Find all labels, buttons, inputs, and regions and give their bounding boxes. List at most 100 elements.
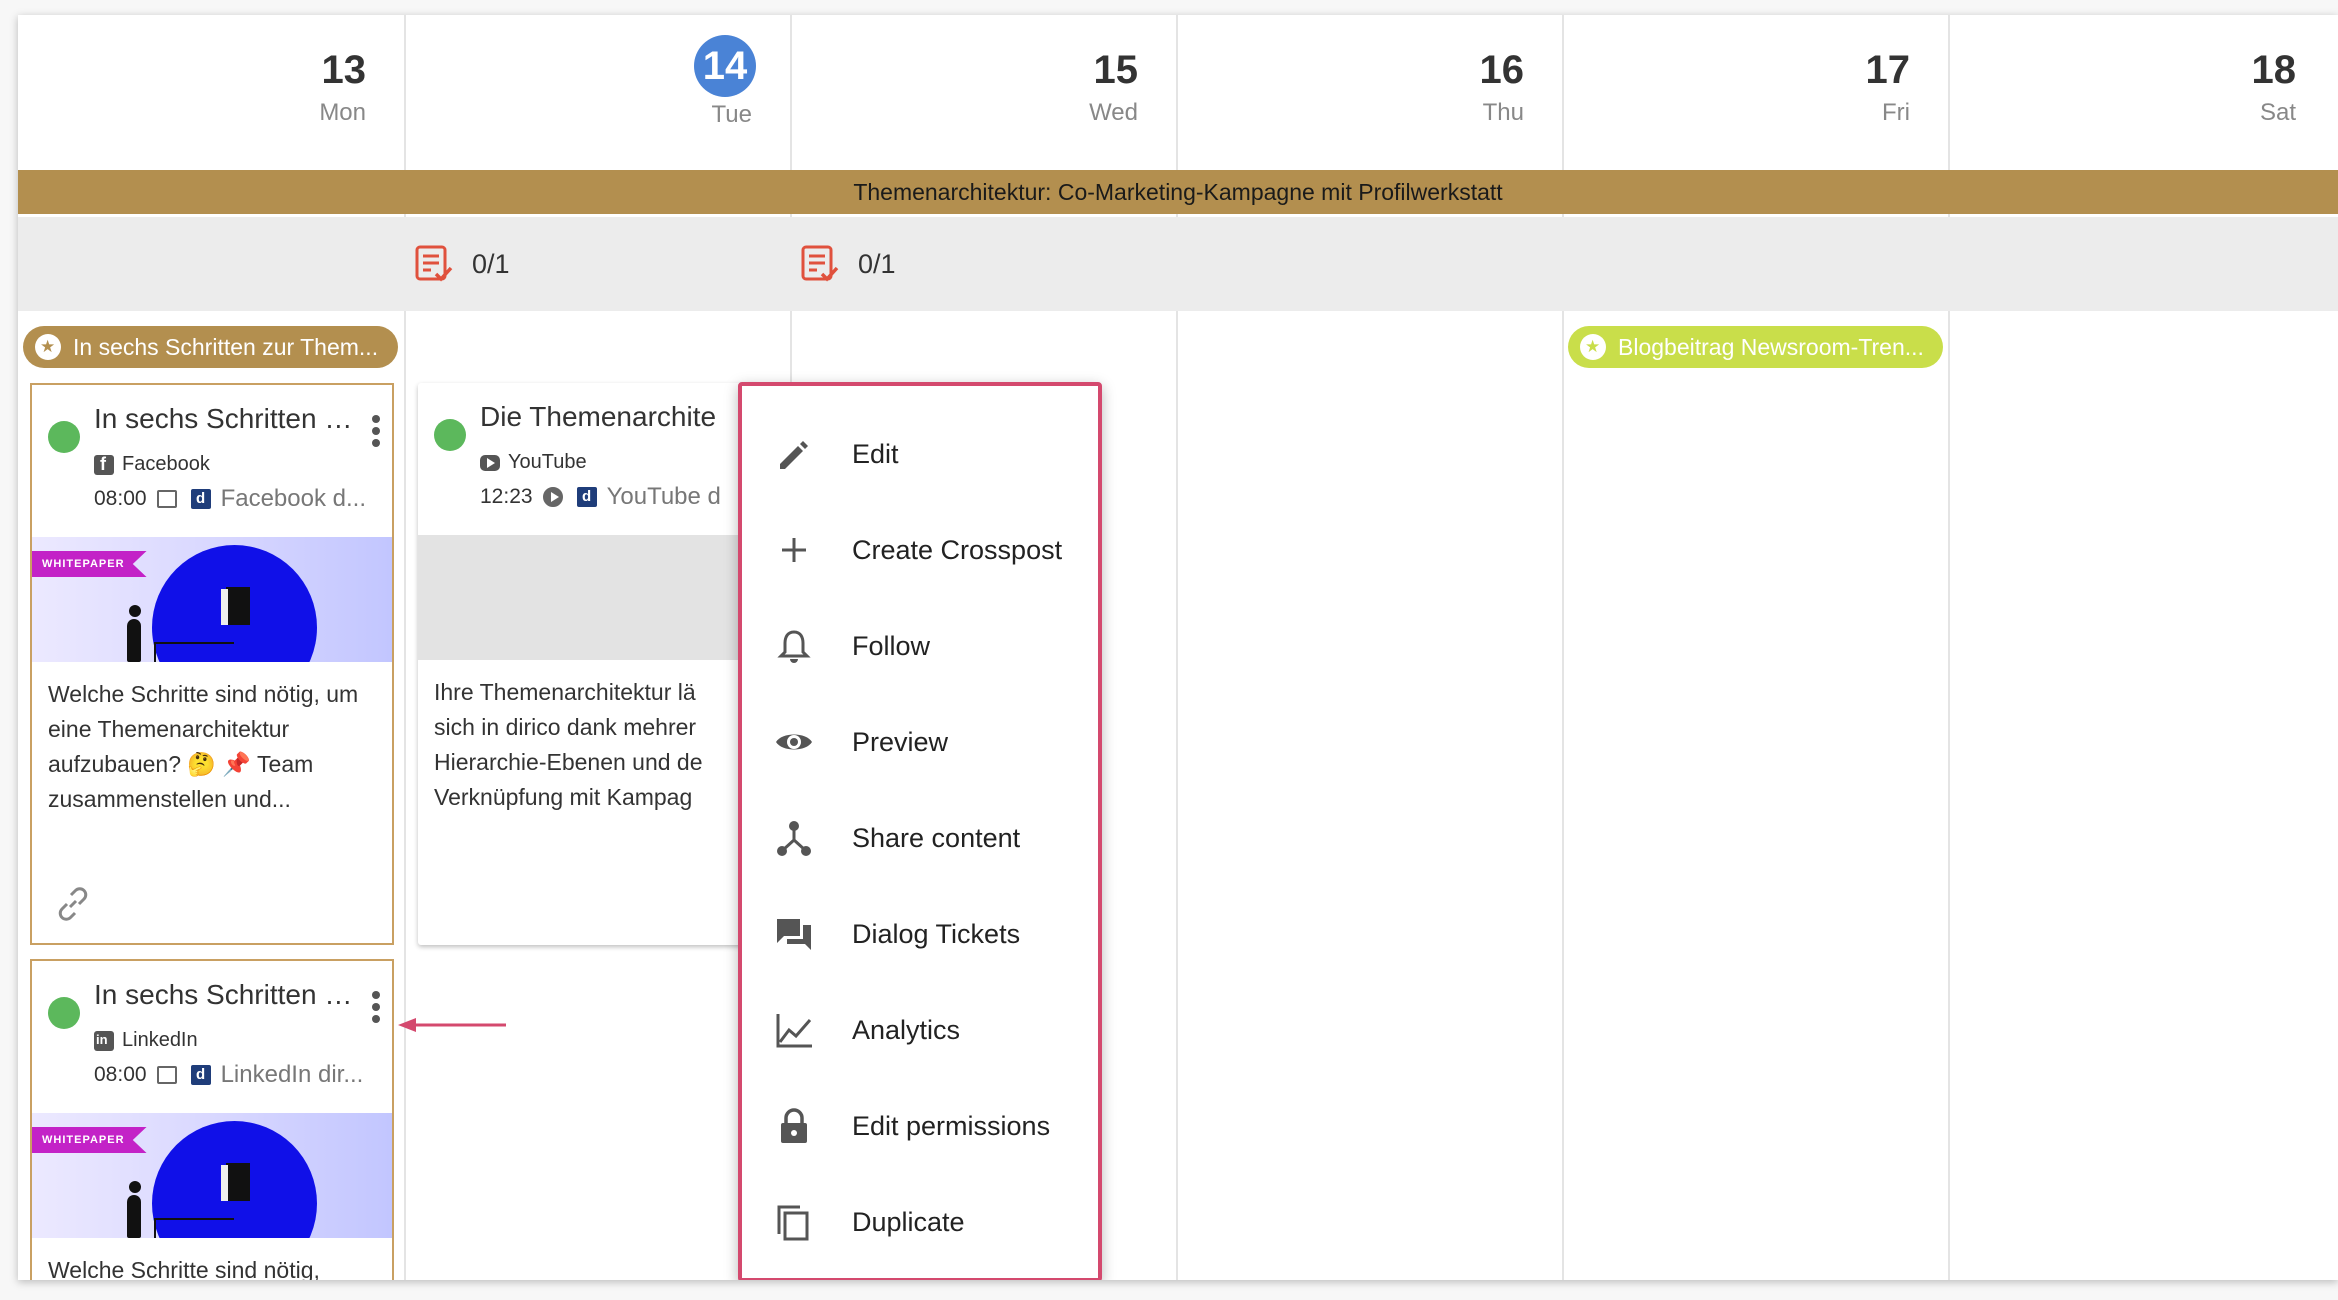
- whitepaper-badge: WHITEPAPER: [32, 551, 147, 577]
- task-row: 0/1 0/1: [18, 217, 2338, 311]
- post-text: Welche Schritte sind nötig, um eine Them…: [48, 681, 359, 812]
- post-meta: 12:23 d YouTube d: [480, 483, 746, 511]
- copy-icon: [777, 1205, 809, 1241]
- star-icon: [35, 334, 61, 360]
- day-number: 18: [2251, 48, 2297, 92]
- channel: LinkedIn: [94, 1029, 198, 1052]
- post-time: 08:00: [94, 487, 147, 510]
- whitepaper-badge: WHITEPAPER: [32, 1127, 147, 1153]
- task-counter[interactable]: 0/1: [790, 217, 896, 311]
- menu-item-duplicate[interactable]: Duplicate: [742, 1174, 1098, 1270]
- lock-icon: [781, 1108, 807, 1143]
- menu-label: Follow: [852, 630, 931, 661]
- day-header-tue[interactable]: 14 Tue: [404, 15, 790, 170]
- day-name: Mon: [319, 99, 366, 126]
- video-icon: [542, 487, 563, 507]
- day-header-fri[interactable]: 17 Fri: [1562, 15, 1948, 170]
- plus-icon: [782, 538, 806, 562]
- star-icon: [1580, 334, 1606, 360]
- thumbnail-steps: [154, 1218, 234, 1238]
- day-header-thu[interactable]: 16 Thu: [1176, 15, 1562, 170]
- menu-label: Dialog Tickets: [852, 918, 1021, 949]
- task-list-icon: [801, 245, 839, 282]
- menu-label: Share content: [852, 822, 1021, 853]
- thumbnail-door: [221, 587, 250, 625]
- menu-item-edit-permissions[interactable]: Edit permissions: [742, 1078, 1098, 1174]
- day-name: Sat: [2259, 99, 2296, 126]
- task-count: 0/1: [472, 248, 510, 279]
- menu-label: Edit permissions: [852, 1110, 1051, 1141]
- menu-label: Duplicate: [852, 1206, 965, 1237]
- task-count: 0/1: [858, 248, 896, 279]
- context-menu: Edit Create Crosspost Follow Preview Sha…: [738, 382, 1102, 1280]
- post-meta: 08:00 d Facebook d...: [94, 485, 380, 513]
- channel: Facebook: [94, 453, 210, 476]
- day-name: Wed: [1089, 99, 1138, 126]
- share-icon: [777, 821, 811, 856]
- content-pill[interactable]: Blogbeitrag Newsroom-Tren...: [1568, 326, 1943, 368]
- menu-label: Edit: [852, 438, 899, 469]
- post-card[interactable]: In sechs Schritten z... Facebook 08:00 d…: [30, 383, 394, 945]
- menu-item-share-content[interactable]: Share content: [742, 790, 1098, 886]
- linkedin-icon: [94, 1030, 114, 1051]
- more-options-icon[interactable]: [372, 415, 380, 451]
- menu-label: Preview: [852, 726, 949, 757]
- week-calendar: 13 Mon 14 Tue 15 Wed 16 Thu 17 Fri 18 Sa…: [18, 15, 2338, 1280]
- day-header-wed[interactable]: 15 Wed: [790, 15, 1176, 170]
- status-dot: [48, 997, 80, 1029]
- post-card[interactable]: Die Themenarchite YouTube 12:23 d YouTub…: [418, 383, 758, 945]
- post-card[interactable]: In sechs Schritten z... LinkedIn 08:00 d…: [30, 959, 394, 1280]
- dirico-icon: d: [190, 489, 211, 509]
- post-text: Welche Schritte sind nötig,: [48, 1257, 320, 1280]
- menu-item-create-crosspost[interactable]: Create Crosspost: [742, 502, 1098, 598]
- pill-label: Blogbeitrag Newsroom-Tren...: [1618, 333, 1924, 360]
- menu-item-analytics[interactable]: Analytics: [742, 982, 1098, 1078]
- post-target: LinkedIn dir...: [220, 1061, 364, 1088]
- menu-item-follow[interactable]: Follow: [742, 598, 1098, 694]
- channel-name: Facebook: [122, 453, 210, 475]
- status-dot: [48, 421, 80, 453]
- post-text: Ihre Themenarchitektur lä sich in dirico…: [434, 679, 703, 810]
- day-number: 13: [321, 48, 367, 92]
- dirico-icon: d: [190, 1065, 211, 1085]
- campaign-bar[interactable]: Themenarchitektur: Co-Marketing-Kampagne…: [18, 170, 2338, 214]
- day-header-sat[interactable]: 18 Sat: [1948, 15, 2334, 170]
- link-icon[interactable]: [52, 883, 94, 925]
- post-thumbnail: WHITEPAPER: [32, 1113, 392, 1238]
- eye-icon: [776, 734, 812, 750]
- image-icon: [156, 1066, 177, 1084]
- post-time: 12:23: [480, 485, 533, 508]
- post-title: Die Themenarchite: [480, 401, 717, 432]
- channel-name: YouTube: [508, 451, 587, 473]
- task-counter[interactable]: 0/1: [404, 217, 510, 311]
- post-thumbnail: WHITEPAPER: [32, 537, 392, 662]
- task-list-icon: [415, 245, 453, 282]
- post-title: In sechs Schritten z...: [94, 979, 354, 1010]
- menu-label: Create Crosspost: [852, 534, 1063, 565]
- chart-icon: [776, 1014, 812, 1048]
- youtube-icon: [480, 454, 500, 471]
- day-name: Thu: [1482, 99, 1524, 126]
- menu-item-preview[interactable]: Preview: [742, 694, 1098, 790]
- dirico-icon: d: [576, 487, 597, 507]
- thumbnail-person: [127, 1181, 141, 1238]
- day-name: Tue: [711, 101, 752, 128]
- more-options-icon[interactable]: [372, 991, 380, 1027]
- content-pill[interactable]: In sechs Schritten zur Them...: [23, 326, 398, 368]
- chat-icon: [777, 919, 811, 950]
- facebook-icon: [94, 454, 114, 475]
- day-number: 15: [1093, 48, 1139, 92]
- menu-item-dialog-tickets[interactable]: Dialog Tickets: [742, 886, 1098, 982]
- thumbnail-door: [221, 1163, 250, 1201]
- day-header-mon[interactable]: 13 Mon: [18, 15, 404, 170]
- day-name: Fri: [1882, 99, 1910, 126]
- post-title: In sechs Schritten z...: [94, 403, 354, 434]
- status-dot: [434, 419, 466, 451]
- image-icon: [156, 490, 177, 508]
- annotation-arrow-icon: [398, 1018, 506, 1032]
- post-meta: 08:00 d LinkedIn dir...: [94, 1061, 380, 1089]
- day-number: 17: [1865, 48, 1911, 92]
- post-time: 08:00: [94, 1063, 147, 1086]
- day-number: 16: [1479, 48, 1525, 92]
- menu-item-edit[interactable]: Edit: [742, 406, 1098, 502]
